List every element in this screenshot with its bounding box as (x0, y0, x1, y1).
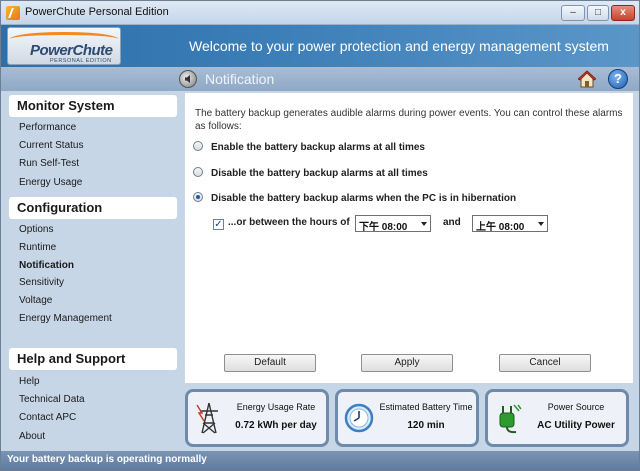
cancel-button[interactable]: Cancel (499, 354, 591, 372)
to-time-value: 上午 08:00 (476, 222, 525, 233)
power-source-card: Power Source AC Utility Power (485, 389, 629, 447)
from-time-value: 下午 08:00 (359, 222, 408, 233)
status-bar: Your battery backup is operating normall… (1, 451, 639, 470)
from-time-select[interactable]: 下午 08:00 (355, 215, 431, 233)
sidebar-item-sensitivity[interactable]: Sensitivity (19, 277, 64, 288)
radio-disable-in-hibernation[interactable]: Disable the battery backup alarms when t… (193, 192, 516, 204)
between-hours-label: ...or between the hours of (228, 217, 350, 228)
power-source-value: AC Utility Power (537, 420, 615, 431)
sidebar-item-runtime[interactable]: Runtime (19, 242, 56, 253)
default-button[interactable]: Default (224, 354, 316, 372)
chevron-down-icon (421, 222, 427, 226)
sidebar-item-help[interactable]: Help (19, 376, 40, 387)
sidebar-item-voltage[interactable]: Voltage (19, 295, 52, 306)
sidebar-item-technical-data[interactable]: Technical Data (19, 394, 85, 405)
sidebar-item-current-status[interactable]: Current Status (19, 140, 83, 151)
plug-icon (499, 404, 522, 434)
between-hours-checkbox-row[interactable]: ✓ ...or between the hours of (213, 217, 350, 230)
card-title: Power Source (547, 402, 605, 412)
power-tower-icon (196, 402, 218, 434)
sidebar-group-monitor-system: Monitor System (9, 95, 177, 117)
title-bar: PowerChute Personal Edition – □ x (1, 1, 639, 25)
energy-usage-value: 0.72 kWh per day (235, 420, 317, 431)
section-header: Notification ? (1, 67, 639, 91)
logo-subtext: PERSONAL EDITION (50, 58, 112, 64)
chevron-down-icon (538, 222, 544, 226)
sidebar-item-performance[interactable]: Performance (19, 122, 76, 133)
sidebar-item-about[interactable]: About (19, 431, 45, 442)
help-icon[interactable]: ? (608, 69, 628, 89)
app-icon (6, 6, 20, 20)
sidebar-item-energy-management[interactable]: Energy Management (19, 313, 112, 324)
window-title: PowerChute Personal Edition (25, 6, 169, 18)
radio-label: Disable the battery backup alarms at all… (211, 168, 428, 179)
energy-usage-card: Energy Usage Rate 0.72 kWh per day (185, 389, 329, 447)
radio-label: Enable the battery backup alarms at all … (211, 142, 425, 153)
minimize-button[interactable]: – (561, 5, 585, 21)
sidebar: Monitor System Performance Current Statu… (7, 91, 177, 449)
battery-time-card: Estimated Battery Time 120 min (335, 389, 479, 447)
intro-text: The battery backup generates audible ala… (195, 108, 623, 132)
powerchute-logo: PowerChute PERSONAL EDITION (7, 27, 121, 65)
radio-button-selected[interactable] (193, 192, 203, 202)
radio-label: Disable the battery backup alarms when t… (211, 193, 517, 204)
sidebar-item-notification[interactable]: Notification (19, 260, 74, 271)
sidebar-item-options[interactable]: Options (19, 224, 53, 235)
sidebar-group-configuration: Configuration (9, 197, 177, 219)
battery-time-value: 120 min (407, 420, 445, 431)
radio-button[interactable] (193, 167, 203, 177)
close-button[interactable]: x (611, 5, 635, 21)
sidebar-item-run-self-test[interactable]: Run Self-Test (19, 158, 79, 169)
radio-button[interactable] (193, 141, 203, 151)
radio-disable-alarms[interactable]: Disable the battery backup alarms at all… (193, 167, 428, 179)
maximize-button[interactable]: □ (587, 5, 609, 21)
app-window: PowerChute Personal Edition – □ x PowerC… (0, 0, 640, 471)
sidebar-item-energy-usage[interactable]: Energy Usage (19, 177, 82, 188)
and-label: and (443, 217, 461, 228)
speaker-icon (179, 70, 197, 88)
page-title: Notification (205, 71, 275, 87)
clock-icon (344, 403, 374, 433)
card-title: Energy Usage Rate (236, 402, 316, 412)
home-icon[interactable] (578, 70, 596, 88)
radio-enable-alarms[interactable]: Enable the battery backup alarms at all … (193, 141, 425, 153)
apply-button[interactable]: Apply (361, 354, 453, 372)
between-hours-checkbox[interactable]: ✓ (213, 219, 224, 230)
card-title: Estimated Battery Time (379, 402, 473, 412)
to-time-select[interactable]: 上午 08:00 (472, 215, 548, 233)
header-banner: PowerChute PERSONAL EDITION Welcome to y… (1, 25, 639, 67)
notification-panel: The battery backup generates audible ala… (185, 93, 633, 383)
sidebar-item-contact-apc[interactable]: Contact APC (19, 412, 76, 423)
sidebar-group-help-and-support: Help and Support (9, 348, 177, 370)
welcome-text: Welcome to your power protection and ene… (189, 38, 609, 54)
logo-text: PowerChute (30, 42, 113, 59)
